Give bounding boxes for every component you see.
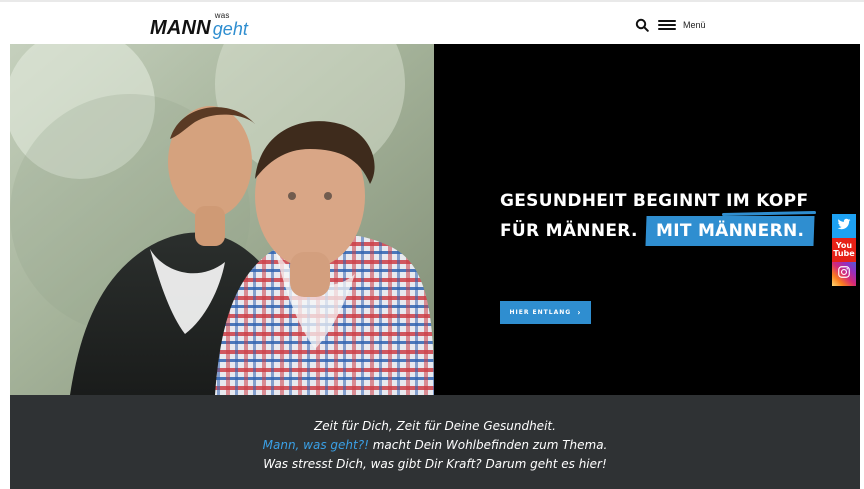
hero-headline-line1: GESUNDHEIT BEGINNT IM KOPF	[500, 186, 830, 216]
menu-label[interactable]: Menü	[683, 20, 706, 30]
headline-highlight: MIT MÄNNERN.	[645, 216, 815, 246]
logo-sub: was geht	[213, 10, 273, 38]
hamburger-icon[interactable]	[657, 18, 677, 32]
hero-photo	[10, 44, 434, 395]
logo-wordmark-geht: geht	[212, 19, 248, 39]
social-twitter-link[interactable]	[832, 214, 856, 238]
hero-headline: GESUNDHEIT BEGINNT IM KOPF FÜR MÄNNER. M…	[500, 186, 830, 246]
social-links: You Tube	[832, 214, 856, 286]
intro-line1: Zeit für Dich, Zeit für Deine Gesundheit…	[314, 419, 556, 433]
hero: GESUNDHEIT BEGINNT IM KOPF FÜR MÄNNER. M…	[10, 44, 860, 395]
youtube-text-bottom: Tube	[833, 249, 855, 258]
social-instagram-link[interactable]	[832, 262, 856, 286]
logo-wordmark-mann: MANN	[150, 17, 211, 39]
chevron-right-icon: ›	[577, 307, 582, 317]
intro-line3: Was stresst Dich, was gibt Dir Kraft? Da…	[263, 457, 607, 471]
headline-line1-underlined-text: IM KOPF	[726, 191, 809, 211]
hero-headline-line2: FÜR MÄNNER. MIT MÄNNERN.	[500, 216, 830, 246]
intro-band: Zeit für Dich, Zeit für Deine Gesundheit…	[10, 395, 860, 489]
intro-line2: Mann, was geht?! macht Dein Wohlbefinden…	[10, 436, 860, 455]
page: MANN was geht Menü GESUNDHEIT BEGINNT IM…	[0, 0, 864, 489]
headline-line2-highlight-text: MIT MÄNNERN.	[655, 221, 805, 241]
search-icon[interactable]	[635, 18, 649, 32]
instagram-icon	[837, 265, 851, 284]
headline-line1-underlined: IM KOPF	[726, 186, 808, 216]
youtube-icon: You Tube	[833, 242, 854, 258]
intro-line2-accent: Mann, was geht?!	[262, 438, 369, 452]
twitter-icon	[837, 217, 851, 235]
site-header: MANN was geht Menü	[0, 0, 864, 44]
headline-line2-prefix: FÜR MÄNNER.	[500, 221, 638, 241]
headline-line1-prefix: GESUNDHEIT BEGINNT	[500, 191, 720, 211]
hero-cta-button[interactable]: HIER ENTLANG ›	[500, 301, 591, 324]
logo[interactable]: MANN was geht	[150, 10, 273, 38]
social-youtube-link[interactable]: You Tube	[832, 238, 856, 262]
intro-line2-rest: macht Dein Wohlbefinden zum Thema.	[368, 438, 608, 452]
hero-cta-label: HIER ENTLANG	[509, 309, 572, 316]
intro-text: Zeit für Dich, Zeit für Deine Gesundheit…	[10, 417, 860, 474]
header-actions: Menü	[635, 15, 706, 35]
